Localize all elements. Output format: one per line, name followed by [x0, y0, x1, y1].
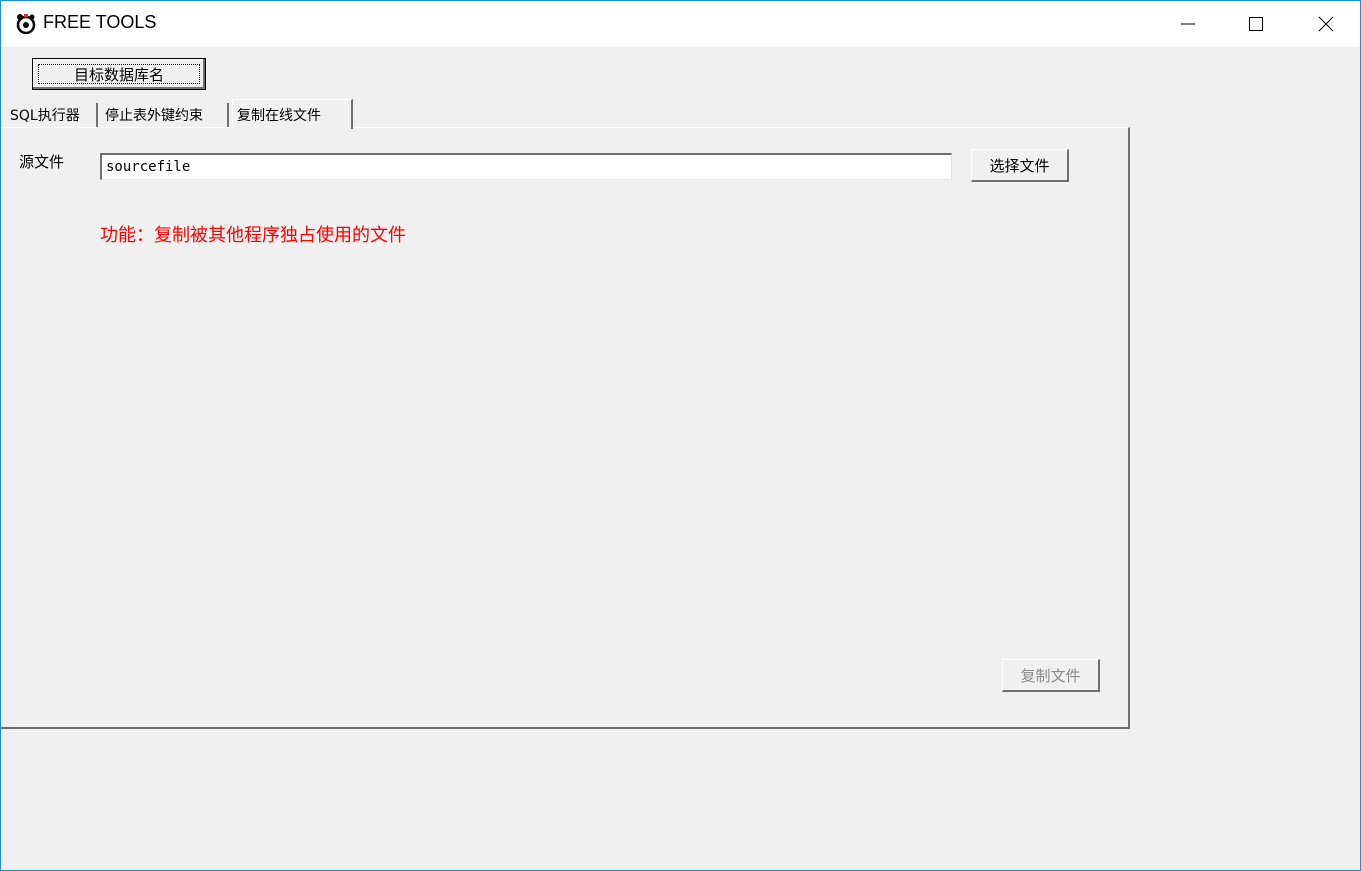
tab-copy-online-file[interactable]: 复制在线文件	[232, 99, 353, 129]
target-database-label: 目标数据库名	[73, 65, 164, 84]
close-icon	[1318, 16, 1334, 32]
source-file-label: 源文件	[19, 153, 65, 171]
minimize-button[interactable]	[1165, 1, 1211, 47]
source-file-input[interactable]	[100, 153, 952, 180]
minimize-icon	[1181, 23, 1195, 25]
tab-sql-executor[interactable]: SQL执行器	[6, 103, 98, 127]
feature-description: 功能：复制被其他程序独占使用的文件	[100, 225, 406, 246]
close-button[interactable]	[1303, 1, 1349, 47]
app-logo-icon	[16, 14, 36, 35]
window-title: FREE TOOLS	[43, 12, 157, 32]
tab-panel	[1, 127, 1130, 729]
title-bar: FREE TOOLS	[1, 1, 1360, 47]
target-database-button[interactable]: 目标数据库名	[32, 58, 206, 90]
maximize-button[interactable]	[1233, 1, 1279, 47]
tab-disable-foreign-keys[interactable]: 停止表外键约束	[101, 103, 229, 127]
app-window: FREE TOOLS 目标数据库名 SQL执行器 停止表外键约束 复制在线文件 …	[0, 0, 1361, 871]
choose-file-button[interactable]: 选择文件	[971, 149, 1069, 182]
maximize-icon	[1249, 17, 1263, 31]
copy-file-button[interactable]: 复制文件	[1002, 659, 1100, 692]
